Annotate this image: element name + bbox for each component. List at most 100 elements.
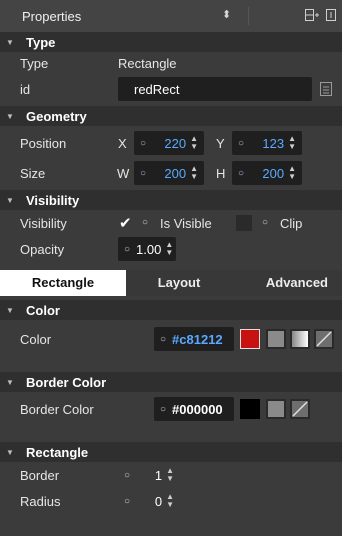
section-title: Color (26, 302, 60, 318)
section-border-color[interactable]: ▼ Border Color (0, 372, 342, 392)
border-color-swatch[interactable] (240, 399, 260, 419)
section-visibility[interactable]: ▼ Visibility (0, 190, 342, 210)
border-label: Border (20, 467, 60, 483)
opacity-label: Opacity (20, 241, 65, 257)
border-color-hex-input[interactable]: ○ #000000 (154, 397, 234, 421)
radius-spinbox[interactable]: ○ 0 ▲ ▼ (118, 490, 180, 512)
spin-dot-icon: ○ (262, 217, 269, 228)
color-swatch[interactable] (240, 329, 260, 349)
collapse-triangle-icon[interactable]: ▼ (6, 306, 26, 315)
id-label: id (20, 81, 31, 97)
sort-arrows-icon[interactable]: ⬍ (222, 8, 231, 21)
border-color-label: Border Color (20, 401, 94, 417)
h-spinbox[interactable]: ○ 200 ▲ ▼ (232, 161, 302, 185)
gradient-fill-icon[interactable] (290, 329, 310, 349)
header-divider (248, 7, 249, 25)
spin-arrows-icon[interactable]: ▲ ▼ (166, 467, 174, 483)
y-label: Y (216, 135, 225, 151)
spin-arrows-icon[interactable]: ▲ ▼ (190, 165, 198, 181)
collapse-triangle-icon[interactable]: ▼ (6, 448, 26, 457)
id-menu-icon[interactable] (320, 82, 332, 96)
h-label: H (216, 165, 226, 181)
panel-header: Properties ⬍ (0, 0, 342, 32)
border-row: Border ○ 1 ▲ ▼ (0, 464, 342, 486)
w-value: 200 (164, 165, 187, 181)
spin-arrows-icon[interactable]: ▲ ▼ (288, 135, 296, 151)
section-title: Rectangle (26, 444, 89, 460)
x-value: 220 (164, 135, 187, 151)
tab-rectangle[interactable]: Rectangle (0, 270, 126, 296)
spin-dot-icon: ○ (160, 403, 167, 415)
spin-dot-icon: ○ (140, 137, 147, 149)
collapse-triangle-icon[interactable]: ▼ (6, 112, 26, 121)
spin-dot-icon: ○ (238, 137, 245, 149)
section-title: Visibility (26, 192, 80, 208)
spin-dot-icon: ○ (160, 333, 167, 345)
w-spinbox[interactable]: ○ 200 ▲ ▼ (134, 161, 204, 185)
collapse-triangle-icon[interactable]: ▼ (6, 378, 26, 387)
w-label: W (117, 165, 130, 181)
opacity-row: Opacity ○ 1.00 ▲ ▼ (0, 236, 342, 262)
id-row: id redRect (0, 76, 342, 102)
section-rectangle[interactable]: ▼ Rectangle (0, 442, 342, 462)
tab-layout[interactable]: Layout (126, 270, 232, 296)
section-title: Geometry (26, 108, 87, 124)
collapse-triangle-icon[interactable]: ▼ (6, 196, 26, 205)
no-fill-icon[interactable] (290, 399, 310, 419)
is-visible-checkbox[interactable]: ✔ (119, 214, 132, 232)
spin-dot-icon: ○ (142, 217, 149, 228)
spin-arrows-icon[interactable]: ▲ ▼ (165, 241, 173, 257)
radius-label: Radius (20, 493, 61, 509)
spin-arrows-icon[interactable]: ▲ ▼ (288, 165, 296, 181)
border-spinbox[interactable]: ○ 1 ▲ ▼ (118, 464, 180, 486)
close-panel-icon[interactable] (326, 8, 336, 22)
section-color[interactable]: ▼ Color (0, 300, 342, 320)
visibility-row: Visibility ✔ ○ Is Visible ○ Clip (0, 212, 342, 234)
spin-arrows-icon[interactable]: ▲ ▼ (190, 135, 198, 151)
section-type[interactable]: ▼ Type (0, 32, 342, 52)
type-label: Type (20, 55, 49, 71)
border-value: 1 (154, 467, 163, 483)
radius-value: 0 (154, 493, 163, 509)
no-fill-icon[interactable] (314, 329, 334, 349)
section-title: Border Color (26, 374, 107, 390)
position-row: Position X ○ 220 ▲ ▼ Y ○ 123 ▲ ▼ (0, 130, 342, 156)
color-hex-input[interactable]: ○ #c81212 (154, 327, 234, 351)
opacity-value: 1.00 (136, 241, 162, 257)
x-spinbox[interactable]: ○ 220 ▲ ▼ (134, 131, 204, 155)
type-row: Type Rectangle (0, 52, 342, 74)
section-title: Type (26, 34, 56, 50)
id-value: redRect (134, 81, 180, 97)
solid-fill-icon[interactable] (266, 399, 286, 419)
collapse-triangle-icon[interactable]: ▼ (6, 38, 26, 47)
spin-dot-icon: ○ (140, 167, 147, 179)
radius-row: Radius ○ 0 ▲ ▼ (0, 490, 342, 512)
x-label: X (118, 135, 127, 151)
color-hex-value: #c81212 (172, 331, 223, 347)
y-value: 123 (262, 135, 285, 151)
clip-label: Clip (280, 215, 303, 231)
spin-dot-icon: ○ (124, 469, 131, 481)
border-color-hex-value: #000000 (172, 401, 223, 417)
solid-fill-icon[interactable] (266, 329, 286, 349)
split-add-icon[interactable] (305, 8, 319, 22)
tab-bar: Rectangle Layout Advanced (0, 270, 342, 296)
type-value: Rectangle (118, 55, 177, 71)
size-label: Size (20, 165, 46, 181)
tab-advanced[interactable]: Advanced (232, 270, 342, 296)
spin-dot-icon: ○ (124, 243, 131, 255)
h-value: 200 (262, 165, 285, 181)
color-label: Color (20, 331, 52, 347)
size-row: Size W ○ 200 ▲ ▼ H ○ 200 ▲ ▼ (0, 160, 342, 186)
border-color-row: Border Color ○ #000000 (0, 396, 342, 422)
y-spinbox[interactable]: ○ 123 ▲ ▼ (232, 131, 302, 155)
id-input[interactable]: redRect (118, 77, 312, 101)
position-label: Position (20, 135, 67, 151)
clip-checkbox[interactable] (236, 215, 252, 231)
spin-arrows-icon[interactable]: ▲ ▼ (166, 493, 174, 509)
opacity-spinbox[interactable]: ○ 1.00 ▲ ▼ (118, 237, 176, 261)
spin-dot-icon: ○ (124, 495, 131, 507)
section-geometry[interactable]: ▼ Geometry (0, 106, 342, 126)
spin-dot-icon: ○ (238, 167, 245, 179)
is-visible-label: Is Visible (160, 215, 212, 231)
